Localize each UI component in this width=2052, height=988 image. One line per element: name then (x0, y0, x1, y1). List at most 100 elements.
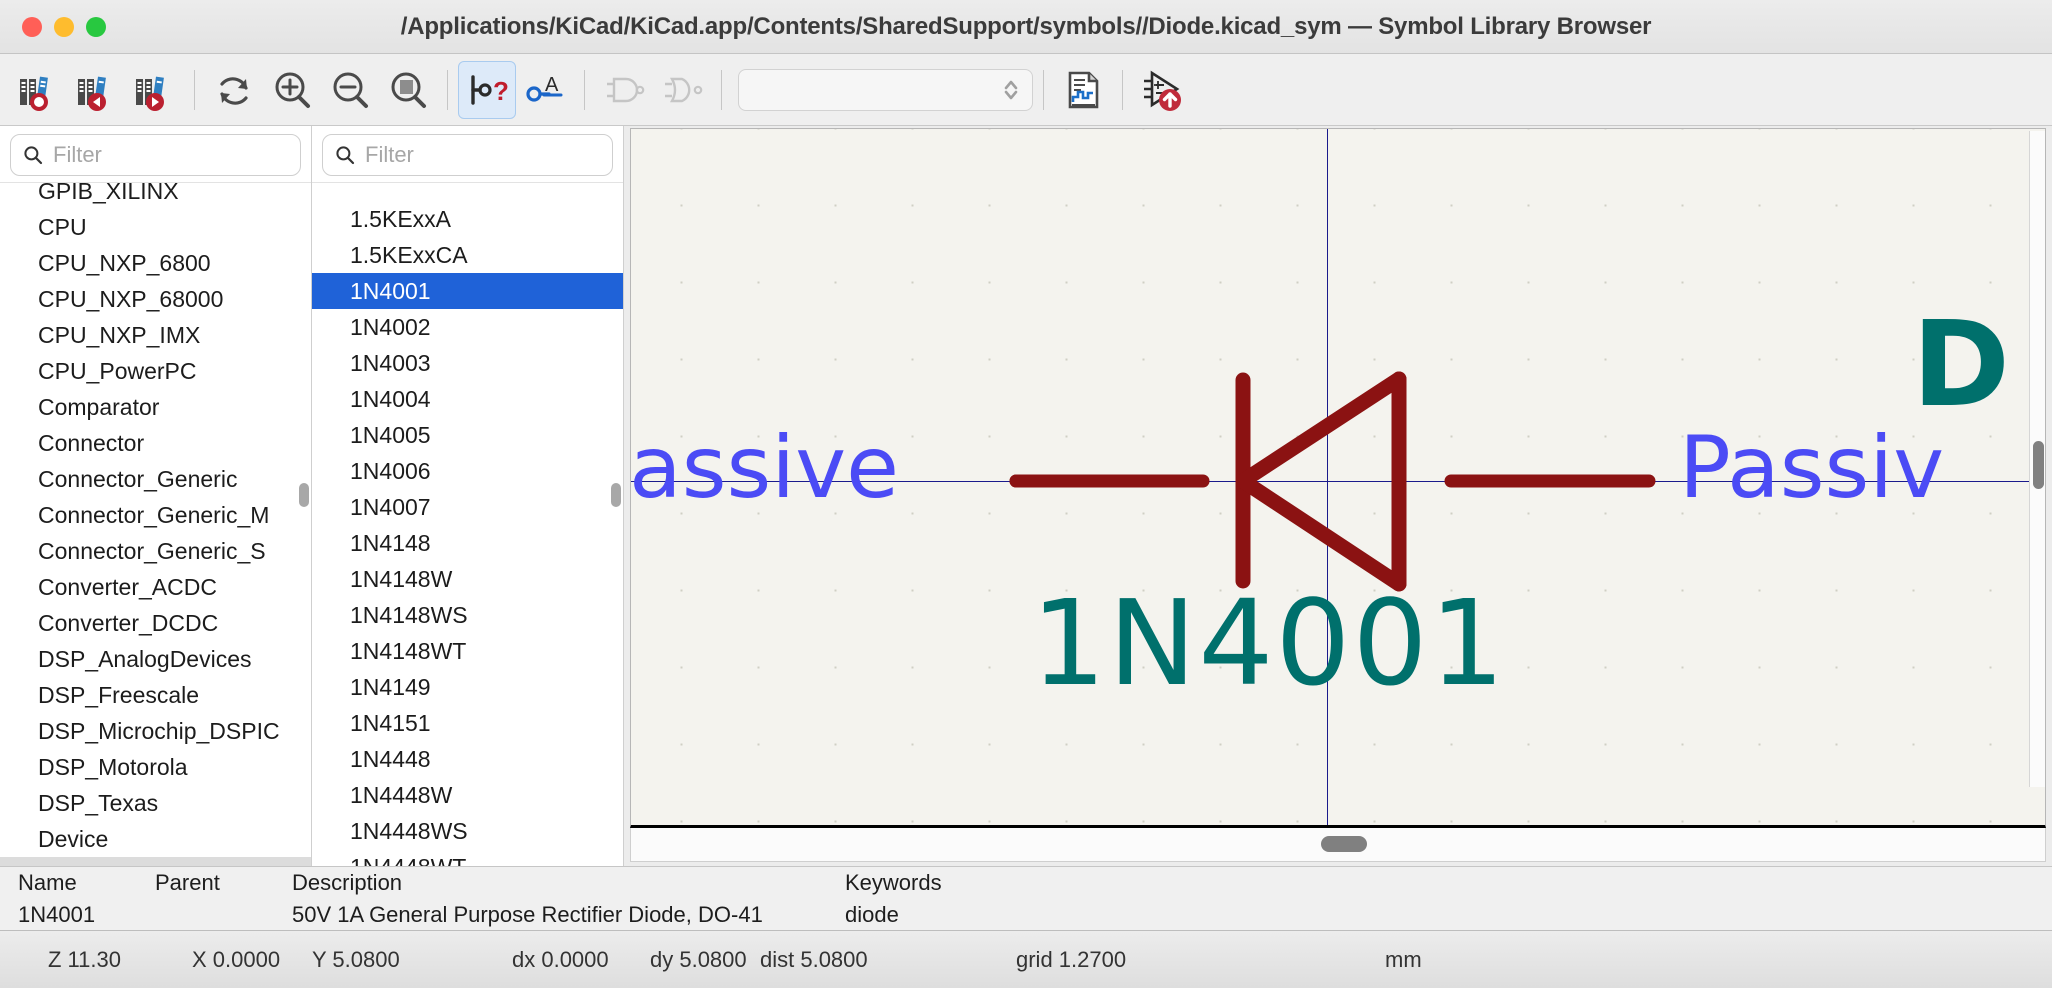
canvas-horizontal-scroll-thumb[interactable] (1321, 836, 1367, 852)
symbol-list-item[interactable]: 1N4006 (312, 453, 623, 489)
toolbar-separator-2 (447, 70, 448, 110)
symbol-filter-box[interactable] (322, 134, 613, 176)
library-list-item[interactable]: Connector_Generic_S (0, 533, 311, 569)
library-list-item[interactable]: CPU_NXP_68000 (0, 281, 311, 317)
library-list-item[interactable]: Connector_Generic (0, 461, 311, 497)
select-library-button[interactable] (10, 61, 68, 119)
symbol-list-item[interactable]: 1N4149 (312, 669, 623, 705)
library-filter-input[interactable] (53, 142, 288, 168)
library-list-item[interactable]: Comparator (0, 389, 311, 425)
show-pin-names-button[interactable]: A (516, 61, 574, 119)
symbol-list-scrollbar[interactable] (611, 183, 621, 866)
symbol-list-item[interactable]: 1N4004 (312, 381, 623, 417)
refresh-button[interactable] (205, 61, 263, 119)
info-header-row: Name Parent Description Keywords (0, 867, 2052, 899)
zoom-out-button[interactable] (321, 61, 379, 119)
library-list-item[interactable]: CPU_NXP_6800 (0, 245, 311, 281)
library-tree-panel: GPIB_XILINXCPUCPU_NXP_6800CPU_NXP_68000C… (0, 126, 312, 866)
window-title: /Applications/KiCad/KiCad.app/Contents/S… (0, 13, 2052, 41)
canvas-vertical-scrollbar[interactable] (2029, 131, 2045, 787)
canvas-vertical-scroll-thumb[interactable] (2033, 441, 2044, 489)
toolbar-separator-3 (584, 70, 585, 110)
demorgan-standard-button[interactable] (595, 61, 653, 119)
library-list-item[interactable]: CPU (0, 209, 311, 245)
symbol-list-item[interactable]: 1N4148WT (312, 633, 623, 669)
symbol-list-item[interactable]: 1N4448 (312, 741, 623, 777)
minimize-window-button[interactable] (54, 17, 74, 37)
library-list-scrollbar[interactable] (299, 183, 309, 866)
symbol-list-item[interactable]: 1N4001 (312, 273, 623, 309)
library-select-icon (18, 69, 60, 111)
library-list-item[interactable]: CPU_PowerPC (0, 353, 311, 389)
library-list-item[interactable]: Connector (0, 425, 311, 461)
symbol-list-item[interactable]: 1N4002 (312, 309, 623, 345)
show-pin-numbers-button[interactable]: ? (458, 61, 516, 119)
library-list-item[interactable]: Connector_Generic_M (0, 497, 311, 533)
close-window-button[interactable] (22, 17, 42, 37)
library-list-item[interactable]: Diode (0, 857, 311, 866)
library-list-item[interactable]: CPU_NXP_IMX (0, 317, 311, 353)
main-toolbar: ? A (0, 54, 2052, 126)
symbol-list-item[interactable]: 1N4007 (312, 489, 623, 525)
pin-name-icon: A (524, 69, 566, 111)
status-zoom: Z 11.30 (48, 947, 121, 973)
library-list-item[interactable]: Device (0, 821, 311, 857)
demorgan-standard-icon (602, 68, 646, 112)
symbol-list-item[interactable]: 1N4151 (312, 705, 623, 741)
symbol-canvas[interactable]: D 1N4001 (630, 128, 2046, 828)
chevron-updown-icon (1002, 77, 1020, 103)
symbol-list-item[interactable]: 1.5KExxA (312, 201, 623, 237)
toolbar-separator-5 (1043, 70, 1044, 110)
symbol-list-item[interactable]: 1N4148 (312, 525, 623, 561)
status-x: X 0.0000 (192, 947, 280, 973)
status-y: Y 5.0800 (312, 947, 400, 973)
symbol-list-item[interactable]: 1N4448W (312, 777, 623, 813)
library-list-item[interactable]: DSP_Microchip_DSPIC (0, 713, 311, 749)
symbol-list-panel: 1.5KExxA1.5KExxCA1N40011N40021N40031N400… (312, 126, 624, 866)
demorgan-alt-icon (660, 68, 704, 112)
toolbar-separator-6 (1122, 70, 1123, 110)
symbol-list-item[interactable]: 1N4148WS (312, 597, 623, 633)
canvas-horizontal-scrollbar[interactable] (630, 828, 2046, 862)
symbol-list-item[interactable]: 1N4003 (312, 345, 623, 381)
library-filter-box[interactable] (10, 134, 301, 176)
library-list-item[interactable]: Converter_ACDC (0, 569, 311, 605)
symbol-list-item[interactable]: 1N4448WT (312, 849, 623, 866)
library-filter-wrap (0, 126, 311, 182)
symbol-list[interactable]: 1.5KExxA1.5KExxCA1N40011N40021N40031N400… (312, 182, 623, 866)
symbol-list-item[interactable]: 1N4148W (312, 561, 623, 597)
add-symbol-to-schematic-button[interactable] (1133, 61, 1191, 119)
symbol-filter-input[interactable] (365, 142, 600, 168)
show-datasheet-button[interactable] (1054, 61, 1112, 119)
library-list-item[interactable]: DSP_Motorola (0, 749, 311, 785)
search-icon (335, 145, 355, 165)
previous-library-button[interactable] (68, 61, 126, 119)
library-list[interactable]: GPIB_XILINXCPUCPU_NXP_6800CPU_NXP_68000C… (0, 182, 311, 866)
demorgan-alternate-button[interactable] (653, 61, 711, 119)
info-value-keywords: diode (845, 899, 899, 931)
zoom-fit-button[interactable] (379, 61, 437, 119)
next-library-button[interactable] (126, 61, 184, 119)
symbol-list-item[interactable]: 1N4005 (312, 417, 623, 453)
symbol-list-item[interactable]: 1N4448WS (312, 813, 623, 849)
zoom-in-button[interactable] (263, 61, 321, 119)
library-list-item[interactable]: DSP_Freescale (0, 677, 311, 713)
symbol-preview-area: D 1N4001 (624, 126, 2052, 866)
symbol-field-text-left: assive (630, 425, 899, 511)
library-list-item[interactable]: DSP_AnalogDevices (0, 641, 311, 677)
unit-selector-combo[interactable] (738, 69, 1033, 111)
library-previous-icon (76, 69, 118, 111)
library-list-item[interactable]: Converter_DCDC (0, 605, 311, 641)
info-value-row: 1N4001 50V 1A General Purpose Rectifier … (0, 899, 2052, 931)
library-list-item[interactable]: DSP_Texas (0, 785, 311, 821)
search-icon (23, 145, 43, 165)
status-dx: dx 0.0000 (512, 947, 609, 973)
symbol-list-item[interactable]: 1.5KExxCA (312, 237, 623, 273)
library-list-clipped[interactable]: GPIB_XILINX (0, 182, 311, 209)
refresh-icon (212, 68, 256, 112)
symbol-list-scroll-thumb[interactable] (611, 483, 621, 507)
library-list-scroll-thumb[interactable] (299, 483, 309, 507)
maximize-window-button[interactable] (86, 17, 106, 37)
symbol-field-text-right: Passiv (1679, 425, 1944, 511)
add-symbol-icon (1139, 67, 1185, 113)
